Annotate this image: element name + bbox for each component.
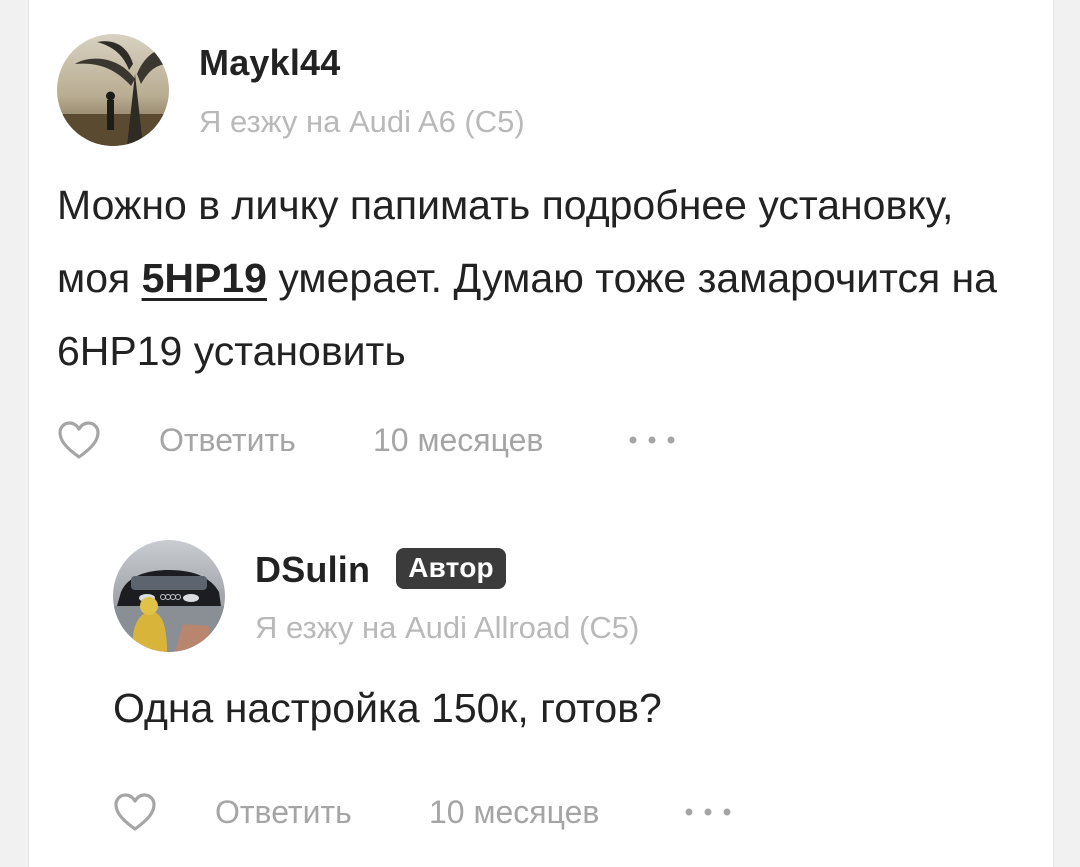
reply-button[interactable]: Ответить — [215, 794, 352, 831]
comment-time: 10 месяцев — [429, 794, 600, 830]
author-car[interactable]: Я езжу на Audi A6 (C5) — [199, 104, 525, 140]
comment-text: Одна настройка 150к, готов? — [113, 685, 662, 731]
author-car[interactable]: Я езжу на Audi Allroad (C5) — [255, 610, 639, 646]
mention-link[interactable]: 5HP19 — [142, 255, 267, 301]
avatar[interactable] — [113, 540, 225, 652]
ellipsis-icon[interactable] — [683, 806, 733, 818]
author-badge: Автор — [396, 548, 506, 589]
comment: Maykl44 Я езжу на Audi A6 (C5) Можно в л… — [57, 34, 1017, 464]
comment-actions: Ответить 10 месяцев — [113, 788, 1013, 836]
reply-comment: DSulin Автор Я езжу на Audi Allroad (C5) … — [113, 540, 1013, 836]
comments-card: Maykl44 Я езжу на Audi A6 (C5) Можно в л… — [28, 0, 1054, 867]
heart-outline-icon[interactable] — [57, 420, 101, 460]
author-name-text[interactable]: DSulin — [255, 549, 370, 590]
ellipsis-icon[interactable] — [627, 434, 677, 446]
author-name[interactable]: DSulin Автор — [255, 548, 506, 591]
comment-header: Maykl44 Я езжу на Audi A6 (C5) — [57, 34, 1017, 146]
reply-button[interactable]: Ответить — [159, 422, 296, 459]
avatar[interactable] — [57, 34, 169, 146]
author-name[interactable]: Maykl44 — [199, 42, 341, 84]
heart-outline-icon[interactable] — [113, 792, 157, 832]
comment-text: Можно в личку папимать подробнее установ… — [57, 169, 1017, 388]
comment-time: 10 месяцев — [373, 422, 544, 458]
comment-header: DSulin Автор Я езжу на Audi Allroad (C5) — [113, 540, 1013, 652]
comment-actions: Ответить 10 месяцев — [57, 416, 1017, 464]
